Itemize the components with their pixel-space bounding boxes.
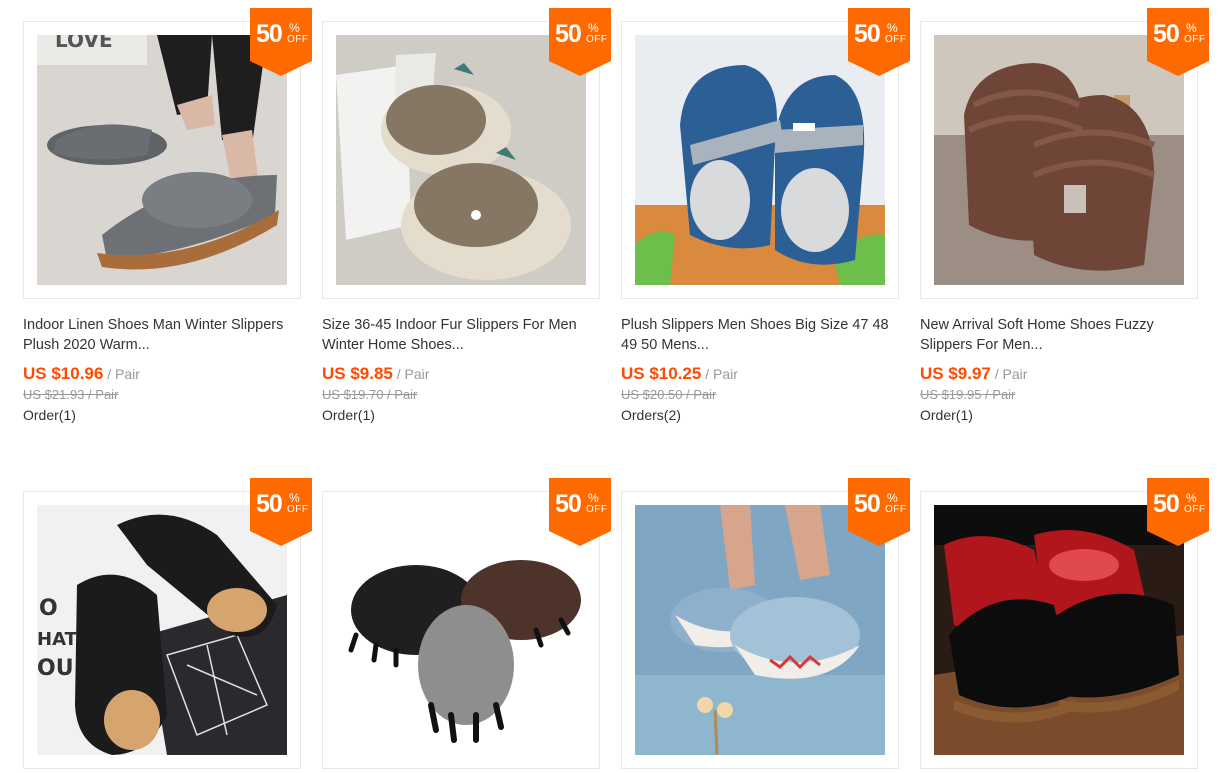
discount-number: 50: [555, 490, 582, 518]
order-count: Order(1): [322, 407, 375, 423]
product-title[interactable]: Indoor Linen Shoes Man Winter Slippers P…: [23, 315, 301, 355]
discount-off-label: OFF: [885, 504, 907, 515]
discount-off-label: OFF: [586, 34, 608, 45]
product-image[interactable]: [635, 35, 885, 285]
product-image[interactable]: [934, 35, 1184, 285]
product-image-frame[interactable]: 50 % OFF: [920, 478, 1209, 769]
product-image-frame[interactable]: O HAT OU 50 % OFF: [23, 478, 312, 769]
svg-text:O: O: [39, 596, 58, 621]
product-price: US $10.25: [621, 364, 702, 383]
discount-percent-sign: %: [588, 491, 599, 505]
product-info: Size 36-45 Indoor Fur Slippers For Men W…: [322, 315, 600, 424]
price-row: US $10.96 / Pair: [23, 364, 301, 384]
product-title[interactable]: New Arrival Soft Home Shoes Fuzzy Slippe…: [920, 315, 1198, 355]
product-image-frame[interactable]: 50 % OFF: [322, 8, 611, 299]
product-image[interactable]: LOVE: [37, 35, 287, 285]
product-image-frame[interactable]: 50 % OFF: [621, 8, 910, 299]
discount-number: 50: [256, 20, 283, 48]
price-unit: / Pair: [392, 366, 430, 382]
original-price: US $20.50 / Pair: [621, 387, 717, 402]
price-row: US $10.25 / Pair: [621, 364, 899, 384]
discount-percent-sign: %: [1186, 491, 1197, 505]
order-count: Order(1): [920, 407, 973, 423]
discount-off-label: OFF: [586, 504, 608, 515]
discount-number: 50: [854, 20, 881, 48]
svg-text:OU: OU: [37, 656, 74, 681]
discount-off-label: OFF: [1184, 504, 1206, 515]
original-price: US $19.70 / Pair: [322, 387, 418, 402]
original-price: US $21.93 / Pair: [23, 387, 119, 402]
discount-number: 50: [1153, 20, 1180, 48]
discount-percent-sign: %: [588, 21, 599, 35]
discount-number: 50: [854, 490, 881, 518]
discount-number: 50: [1153, 490, 1180, 518]
product-info: Plush Slippers Men Shoes Big Size 47 48 …: [621, 315, 899, 424]
product-title[interactable]: Size 36-45 Indoor Fur Slippers For Men W…: [322, 315, 600, 355]
discount-percent-sign: %: [289, 491, 300, 505]
price-unit: / Pair: [701, 366, 738, 382]
svg-text:LOVE: LOVE: [55, 35, 113, 52]
product-info: Indoor Linen Shoes Man Winter Slippers P…: [23, 315, 301, 424]
discount-off-label: OFF: [885, 34, 907, 45]
discount-off-label: OFF: [287, 34, 309, 45]
product-image-frame[interactable]: 50 % OFF: [920, 8, 1209, 299]
product-image-frame[interactable]: LOVE 50 % OFF: [23, 8, 312, 299]
product-price: US $10.96: [23, 364, 104, 383]
price-row: US $9.97 / Pair: [920, 364, 1198, 384]
order-count: Order(1): [23, 407, 76, 423]
product-image[interactable]: [635, 505, 885, 755]
discount-percent-sign: %: [289, 21, 300, 35]
product-info: New Arrival Soft Home Shoes Fuzzy Slippe…: [920, 315, 1198, 424]
discount-off-label: OFF: [1184, 34, 1206, 45]
product-title[interactable]: Plush Slippers Men Shoes Big Size 47 48 …: [621, 315, 899, 355]
product-price: US $9.97: [920, 364, 991, 383]
price-row: US $9.85 / Pair: [322, 364, 600, 384]
svg-text:HAT: HAT: [37, 629, 78, 650]
discount-off-label: OFF: [287, 504, 309, 515]
product-image[interactable]: [336, 35, 586, 285]
product-price: US $9.85: [322, 364, 393, 383]
discount-number: 50: [256, 490, 283, 518]
price-unit: / Pair: [990, 366, 1028, 382]
product-image[interactable]: O HAT OU: [37, 505, 287, 755]
price-unit: / Pair: [103, 366, 140, 382]
discount-percent-sign: %: [887, 21, 898, 35]
order-count: Orders(2): [621, 407, 681, 423]
discount-percent-sign: %: [1186, 21, 1197, 35]
discount-number: 50: [555, 20, 582, 48]
discount-percent-sign: %: [887, 491, 898, 505]
product-image-frame[interactable]: 50 % OFF: [322, 478, 611, 769]
original-price: US $19.95 / Pair: [920, 387, 1016, 402]
product-image-frame[interactable]: 50 % OFF: [621, 478, 910, 769]
product-image[interactable]: [934, 505, 1184, 755]
product-image[interactable]: [336, 505, 586, 755]
